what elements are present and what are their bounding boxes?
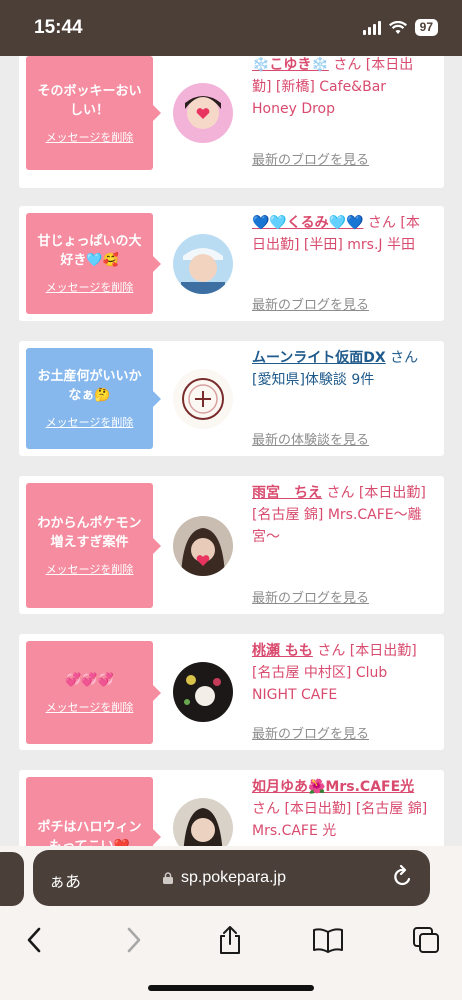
delete-message-link[interactable]: メッセージを削除 (46, 699, 134, 715)
status-indicators: 97 (362, 19, 438, 36)
profile-name-link[interactable]: 桃瀬 もも (252, 643, 313, 659)
profile-info: 💙🩵くるみ🩵💙 さん [本日出勤] [半田] mrs.J 半田 (252, 212, 432, 256)
avatar[interactable] (173, 234, 233, 294)
latest-blog-link[interactable]: 最新のブログを見る (252, 587, 369, 606)
delete-message-link[interactable]: メッセージを削除 (46, 561, 134, 577)
tabs-icon (413, 927, 439, 953)
message-text: わからんポケモン増えすぎ案件 (37, 516, 142, 550)
browser-toolbar (0, 918, 462, 962)
message-text: ポチはハロウィンもってこい❤️ (37, 820, 142, 846)
status-bar: 15:44 97 (0, 0, 462, 56)
latest-blog-link[interactable]: 最新のブログを見る (252, 723, 369, 742)
share-icon (220, 926, 240, 954)
forward-button[interactable] (112, 918, 156, 962)
delete-message-link[interactable]: メッセージを削除 (46, 414, 134, 430)
list-item: ポチはハロウィンもってこい❤️ 如月ゆあ🌺Mrs.CAFE光 さん [本日出勤]… (19, 770, 444, 846)
honorific: さん (326, 485, 355, 501)
chevron-right-icon (127, 927, 141, 953)
list-item: お土産何がいいかなぁ🤔 メッセージを削除 ムーンライト仮面DX さん [愛知県]… (19, 341, 444, 456)
profile-info: ムーンライト仮面DX さん [愛知県]体験談 9件 (252, 347, 432, 391)
profile-name-link[interactable]: 雨宮 ちえ (252, 485, 322, 501)
message-bubble: 💞💞💞 メッセージを削除 (26, 641, 161, 744)
home-indicator (148, 985, 314, 991)
honorific: さん (390, 350, 419, 366)
profile-name-link[interactable]: ❄️こゆき❄️ (252, 57, 329, 73)
list-item: わからんポケモン増えすぎ案件 メッセージを削除 雨宮 ちえ さん [本日出勤] … (19, 476, 444, 614)
avatar[interactable] (173, 83, 233, 143)
message-bubble: お土産何がいいかなぁ🤔 メッセージを削除 (26, 348, 161, 449)
latest-experience-link[interactable]: 最新の体験談を見る (252, 429, 369, 448)
profile-name-link[interactable]: 💙🩵くるみ🩵💙 (252, 215, 363, 231)
profile-info: ❄️こゆき❄️ さん [本日出勤] [新橋] Cafe&Bar Honey Dr… (252, 56, 432, 120)
delete-message-link[interactable]: メッセージを削除 (46, 129, 134, 145)
profile-info: 如月ゆあ🌺Mrs.CAFE光 さん [本日出勤] [名古屋 錦] Mrs.CAF… (252, 776, 432, 842)
message-bubble: ポチはハロウィンもってこい❤️ (26, 777, 161, 846)
message-text: 💞💞💞 (65, 672, 114, 688)
chevron-left-icon (27, 927, 41, 953)
avatar[interactable] (173, 798, 233, 846)
list-item: 甘じょっぱいの大好き🩵🥰 メッセージを削除 💙🩵くるみ🩵💙 さん [本日出勤] … (19, 206, 444, 321)
latest-blog-link[interactable]: 最新のブログを見る (252, 149, 369, 168)
honorific: さん (252, 801, 280, 817)
message-bubble: 甘じょっぱいの大好き🩵🥰 メッセージを削除 (26, 213, 161, 314)
avatar[interactable] (173, 516, 233, 576)
url-display[interactable]: sp.pokepara.jp (163, 869, 286, 887)
status-time: 15:44 (34, 17, 83, 38)
latest-blog-link[interactable]: 最新のブログを見る (252, 294, 369, 313)
delete-message-link[interactable]: メッセージを削除 (46, 279, 134, 295)
url-text: sp.pokepara.jp (181, 869, 286, 886)
avatar[interactable] (173, 369, 233, 429)
browser-chrome: ぁあ sp.pokepara.jp (0, 846, 462, 1000)
text-size-button[interactable]: ぁあ (49, 868, 81, 892)
profile-name-link[interactable]: 如月ゆあ🌺Mrs.CAFE光 (252, 779, 414, 795)
profile-info: 雨宮 ちえ さん [本日出勤] [名古屋 錦] Mrs.CAFE～離宮～ (252, 482, 432, 548)
book-icon (313, 928, 343, 953)
message-text: お土産何がいいかなぁ🤔 (37, 369, 142, 403)
back-button[interactable] (12, 918, 56, 962)
list-item: そのボッキーおいしい！ メッセージを削除 ❄️こゆき❄️ さん [本日出勤] [… (19, 56, 444, 188)
avatar[interactable] (173, 662, 233, 722)
lock-icon (163, 872, 173, 884)
share-button[interactable] (208, 918, 252, 962)
honorific: さん (333, 57, 362, 73)
honorific: さん (317, 643, 346, 659)
message-bubble: そのボッキーおいしい！ メッセージを削除 (26, 56, 161, 170)
profile-info: 桃瀬 もも さん [本日出勤] [名古屋 中村区] Club NIGHT CAF… (252, 640, 432, 706)
message-text: そのボッキーおいしい！ (37, 83, 142, 118)
profile-detail: [愛知県]体験談 9件 (252, 372, 375, 388)
message-feed[interactable]: そのボッキーおいしい！ メッセージを削除 ❄️こゆき❄️ さん [本日出勤] [… (0, 56, 462, 846)
battery-indicator: 97 (414, 19, 438, 36)
wifi-icon (388, 20, 407, 34)
honorific: さん (367, 215, 396, 231)
previous-tab-peek[interactable] (0, 852, 24, 906)
cellular-signal-icon (362, 20, 381, 35)
tabs-button[interactable] (404, 918, 448, 962)
bookmarks-button[interactable] (306, 918, 350, 962)
reload-icon[interactable] (392, 865, 414, 889)
list-item: 💞💞💞 メッセージを削除 桃瀬 もも さん [本日出勤] [名古屋 中村区] C… (19, 634, 444, 750)
address-bar[interactable]: ぁあ sp.pokepara.jp (33, 850, 430, 906)
profile-name-link[interactable]: ムーンライト仮面DX (252, 350, 386, 366)
message-bubble: わからんポケモン増えすぎ案件 メッセージを削除 (26, 483, 161, 608)
message-text: 甘じょっぱいの大好き🩵🥰 (37, 234, 142, 268)
